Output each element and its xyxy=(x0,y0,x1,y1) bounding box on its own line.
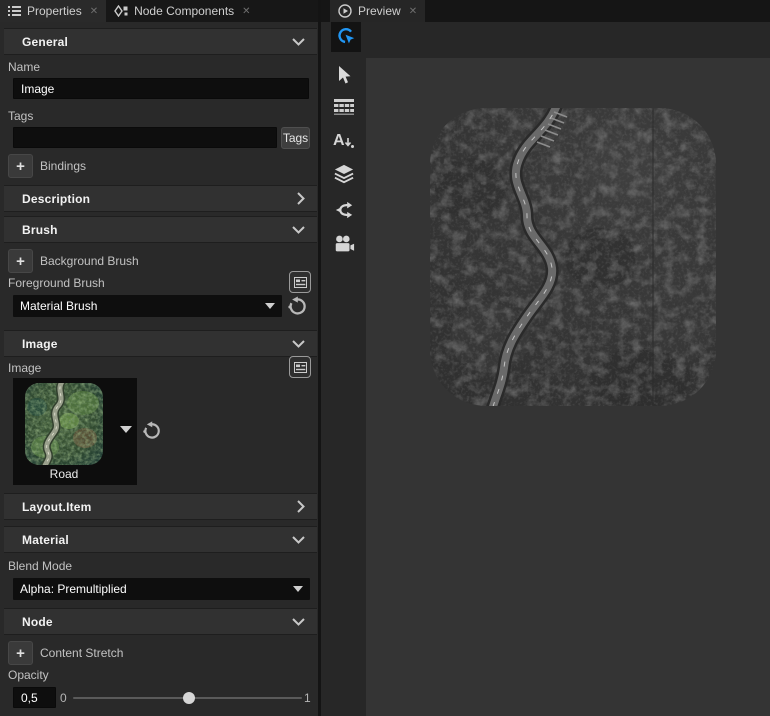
section-brush-title: Brush xyxy=(22,223,58,237)
tags-label: Tags xyxy=(8,109,33,123)
chevron-right-icon xyxy=(297,500,305,513)
opacity-slider-handle[interactable] xyxy=(183,692,195,704)
reset-foreground-brush-icon[interactable] xyxy=(286,296,307,317)
dropdown-caret-icon xyxy=(293,586,303,592)
image-editor-button[interactable] xyxy=(289,356,311,378)
branch-tool[interactable] xyxy=(332,198,356,222)
name-input[interactable] xyxy=(13,78,309,99)
section-material[interactable]: Material xyxy=(4,526,317,553)
slider-min-label: 0 xyxy=(60,691,67,705)
tab-preview[interactable]: Preview ✕ xyxy=(330,0,425,22)
plus-icon: + xyxy=(16,158,25,175)
opacity-slider[interactable] xyxy=(73,697,302,699)
image-asset-name: Road xyxy=(13,467,115,481)
plus-icon: + xyxy=(16,645,25,662)
chevron-down-icon xyxy=(292,226,305,234)
slider-max-label: 1 xyxy=(304,691,311,705)
content-stretch-label: Content Stretch xyxy=(40,646,123,660)
foreground-brush-value: Material Brush xyxy=(20,299,97,313)
tab-preview-close-icon[interactable]: ✕ xyxy=(409,6,417,17)
node-components-icon xyxy=(114,5,128,17)
opacity-input[interactable] xyxy=(13,687,56,708)
bindings-label: Bindings xyxy=(40,159,86,173)
reset-image-icon[interactable] xyxy=(141,421,161,441)
chevron-down-icon xyxy=(292,618,305,626)
text-tool[interactable]: A xyxy=(332,128,356,152)
tags-button[interactable]: Tags xyxy=(281,127,310,149)
tab-properties[interactable]: Properties ✕ xyxy=(0,0,106,22)
image-asset-box[interactable]: Road xyxy=(13,378,137,485)
tags-input[interactable] xyxy=(13,127,277,148)
section-brush[interactable]: Brush xyxy=(4,216,317,243)
grid-tool[interactable] xyxy=(332,95,356,119)
preview-viewport[interactable] xyxy=(366,58,770,716)
section-image-title: Image xyxy=(22,337,58,351)
section-layout-item[interactable]: Layout.Item xyxy=(4,493,317,520)
dropdown-caret-icon xyxy=(265,303,275,309)
right-tabbar: Preview ✕ xyxy=(321,0,770,22)
chevron-down-icon xyxy=(292,340,305,348)
section-description-title: Description xyxy=(22,192,90,206)
section-material-title: Material xyxy=(22,533,69,547)
opacity-label: Opacity xyxy=(8,668,49,682)
camera-tool[interactable] xyxy=(332,232,356,256)
foreground-brush-editor-button[interactable] xyxy=(289,271,311,293)
preview-toolbar-row xyxy=(321,22,770,58)
add-content-stretch-button[interactable]: + xyxy=(8,641,33,665)
pointer-arrow-icon xyxy=(335,65,353,85)
chevron-down-icon xyxy=(292,536,305,544)
blend-mode-dropdown[interactable]: Alpha: Premultiplied xyxy=(13,578,310,600)
image-dropdown-caret-icon[interactable] xyxy=(120,426,132,433)
tab-node-components[interactable]: Node Components ✕ xyxy=(106,0,258,22)
form-editor-icon xyxy=(294,362,307,373)
layers-tool[interactable] xyxy=(332,162,356,186)
layers-icon xyxy=(333,164,355,184)
left-tabbar: Properties ✕ Node Components ✕ xyxy=(0,0,318,22)
background-brush-label: Background Brush xyxy=(40,254,139,268)
section-node-title: Node xyxy=(22,615,53,629)
section-node[interactable]: Node xyxy=(4,608,317,635)
interact-tool[interactable] xyxy=(331,22,361,52)
tab-properties-label: Properties xyxy=(27,4,82,18)
road-thumbnail[interactable] xyxy=(25,383,103,465)
tab-node-components-close-icon[interactable]: ✕ xyxy=(242,6,250,17)
tab-preview-label: Preview xyxy=(358,4,401,18)
interact-cursor-icon xyxy=(335,26,357,48)
form-editor-icon xyxy=(294,277,307,288)
add-binding-button[interactable]: + xyxy=(8,154,33,178)
blend-mode-value: Alpha: Premultiplied xyxy=(20,582,127,596)
properties-list-icon xyxy=(8,6,21,17)
plus-icon: + xyxy=(16,253,25,270)
chevron-right-icon xyxy=(297,192,305,205)
preview-play-icon xyxy=(338,4,352,18)
preview-image-node[interactable] xyxy=(430,108,716,406)
chevron-down-icon xyxy=(292,38,305,46)
branch-arrows-icon xyxy=(334,200,354,220)
blend-mode-label: Blend Mode xyxy=(8,559,72,573)
section-layout-item-title: Layout.Item xyxy=(22,500,92,514)
section-image[interactable]: Image xyxy=(4,330,317,357)
section-description[interactable]: Description xyxy=(4,185,317,212)
application-window: Properties ✕ Node Components ✕ General N… xyxy=(0,0,770,716)
foreground-brush-dropdown[interactable]: Material Brush xyxy=(13,295,282,317)
tab-properties-close-icon[interactable]: ✕ xyxy=(90,6,98,17)
add-background-brush-button[interactable]: + xyxy=(8,249,33,273)
svg-text:A: A xyxy=(333,132,345,149)
preview-tool-strip: A xyxy=(321,58,366,716)
section-general-title: General xyxy=(22,35,68,49)
font-analyze-icon: A xyxy=(333,130,355,150)
section-general[interactable]: General xyxy=(4,28,317,55)
image-label: Image xyxy=(8,361,41,375)
video-camera-icon xyxy=(333,235,355,253)
foreground-brush-label: Foreground Brush xyxy=(8,276,105,290)
properties-panel: General Name Tags Tags + Bindings Descri… xyxy=(0,22,318,716)
tab-node-components-label: Node Components xyxy=(134,4,234,18)
select-tool[interactable] xyxy=(332,63,356,87)
name-label: Name xyxy=(8,60,40,74)
grid-icon xyxy=(334,99,354,115)
